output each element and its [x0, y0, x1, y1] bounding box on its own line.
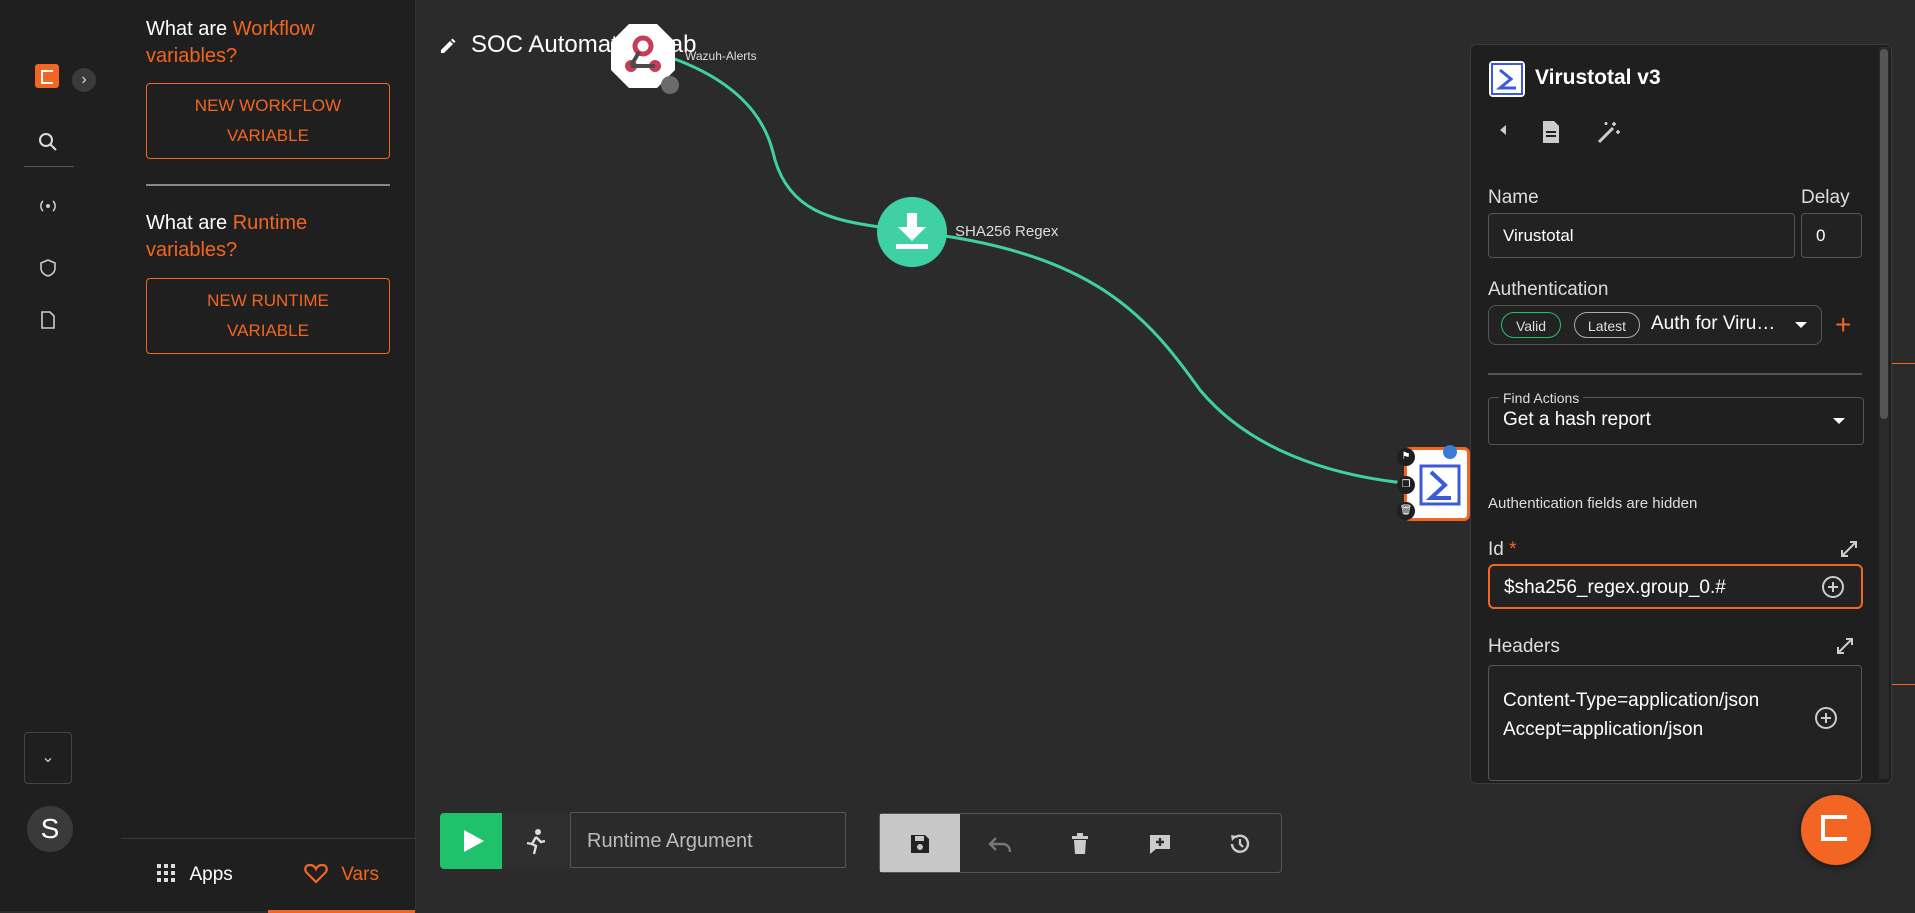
node-wazuh-alerts[interactable]	[609, 22, 679, 94]
add-variable-icon[interactable]	[1821, 575, 1845, 604]
node-connector-dot[interactable]	[1443, 445, 1457, 459]
find-actions-value: Get a hash report	[1503, 409, 1651, 430]
add-variable-icon[interactable]	[1814, 706, 1838, 735]
flag-icon[interactable]: ⚑	[1397, 448, 1415, 466]
auth-latest-badge: Latest	[1574, 312, 1640, 338]
header-line: Accept=application/json	[1503, 719, 1704, 740]
undo-icon[interactable]	[960, 814, 1040, 872]
find-actions-select[interactable]: Find Actions Get a hash report	[1488, 390, 1864, 445]
save-icon[interactable]	[880, 814, 960, 872]
name-input[interactable]: Virustotal	[1488, 213, 1795, 258]
name-label: Name	[1488, 187, 1539, 208]
node-label-regex: SHA256 Regex	[955, 223, 1059, 240]
copy-icon[interactable]: ❐	[1397, 476, 1415, 494]
headers-label: Headers	[1488, 636, 1560, 657]
headers-textarea[interactable]: Content-Type=application/json Accept=app…	[1488, 665, 1862, 781]
shuffle-help-button[interactable]	[1801, 795, 1871, 865]
header-line: Content-Type=application/json	[1503, 690, 1760, 711]
delay-input[interactable]: 0	[1801, 213, 1862, 258]
download-icon	[896, 213, 928, 249]
history-icon[interactable]	[1200, 814, 1280, 872]
panel-app-title: Virustotal v3	[1535, 66, 1661, 89]
comment-icon[interactable]	[1120, 814, 1200, 872]
authentication-label: Authentication	[1488, 279, 1609, 300]
caret-down-icon	[1795, 322, 1807, 328]
authentication-select[interactable]: Valid Latest Auth for Viru…	[1488, 305, 1822, 345]
trash-small-icon[interactable]: 🗑	[1397, 502, 1415, 520]
node-sha256-regex[interactable]	[877, 197, 947, 267]
expand-id-icon[interactable]	[1839, 539, 1859, 564]
id-input[interactable]: $sha256_regex.group_0.#	[1488, 564, 1863, 609]
edge-wazuh-to-regex	[671, 56, 881, 229]
delay-label: Delay	[1801, 187, 1850, 208]
panel-divider	[1488, 373, 1862, 375]
node-badge	[661, 76, 679, 94]
auth-valid-badge: Valid	[1501, 312, 1561, 338]
edge-regex-to-virustotal	[944, 234, 1405, 485]
runtime-argument-input[interactable]: Runtime Argument	[570, 812, 846, 868]
docs-icon[interactable]	[1541, 120, 1561, 150]
runner-icon[interactable]	[502, 813, 570, 869]
auth-hidden-note: Authentication fields are hidden	[1488, 495, 1698, 512]
back-triangle-icon[interactable]	[1497, 120, 1509, 143]
virustotal-icon	[1419, 464, 1461, 506]
caret-down-icon	[1833, 418, 1845, 424]
expand-headers-icon[interactable]	[1835, 636, 1855, 661]
run-workflow-button[interactable]	[440, 813, 502, 869]
node-label-wazuh: Wazuh-Alerts	[685, 49, 757, 63]
delete-icon[interactable]	[1040, 814, 1120, 872]
id-label: Id *	[1488, 539, 1517, 560]
workflow-toolbar	[879, 813, 1282, 873]
find-actions-label: Find Actions	[1499, 390, 1584, 406]
virustotal-app-icon	[1489, 61, 1525, 97]
action-panel: Virustotal v3 Name Delay Virustotal 0 Au…	[1470, 44, 1892, 784]
add-auth-icon[interactable]: +	[1835, 311, 1851, 339]
edit-title-icon[interactable]	[438, 36, 458, 61]
magic-wand-icon[interactable]	[1595, 120, 1621, 152]
panel-scrollbar-thumb[interactable]	[1880, 49, 1888, 419]
auth-value: Auth for Viru…	[1651, 313, 1776, 334]
